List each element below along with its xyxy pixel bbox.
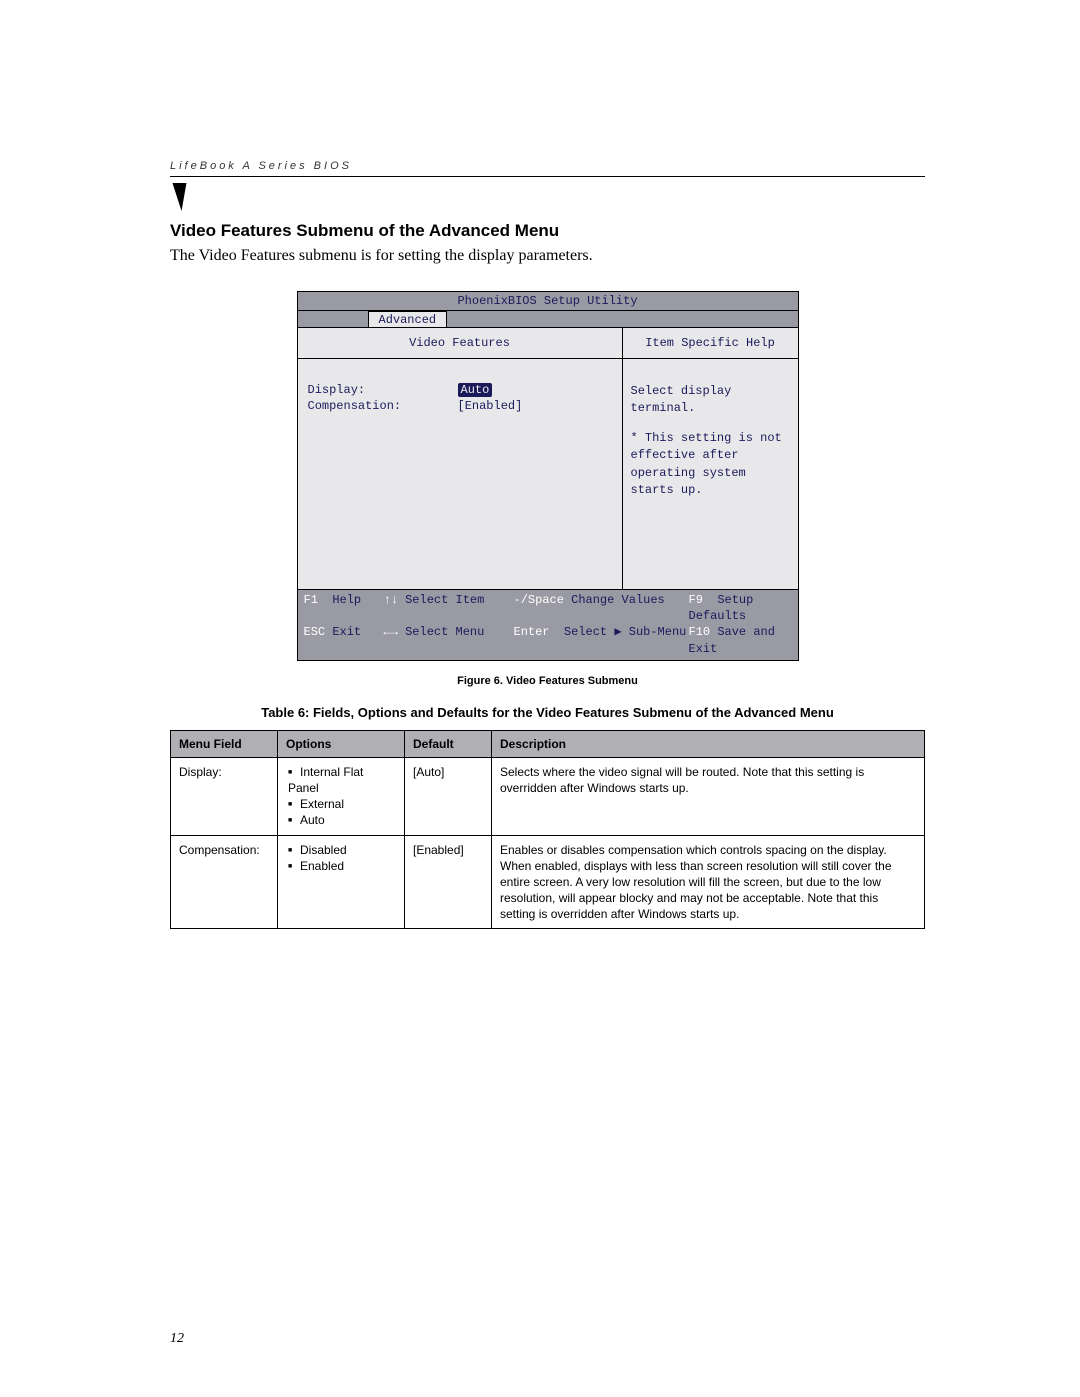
page: LifeBook A Series BIOS Video Features Su…: [0, 0, 1080, 1397]
bios-key-f1: F1: [304, 593, 318, 607]
bios-item-value[interactable]: Auto: [458, 383, 493, 397]
bios-key-leftright: ←→: [384, 625, 398, 639]
cell-description: Selects where the video signal will be r…: [492, 757, 925, 835]
bios-key-f9: F9: [689, 593, 703, 607]
bios-item-value[interactable]: [Enabled]: [458, 399, 523, 413]
bios-key-space: -/Space: [514, 593, 564, 607]
cell-default: [Auto]: [405, 757, 492, 835]
section-intro: The Video Features submenu is for settin…: [170, 247, 925, 265]
bios-key-enter: Enter: [514, 625, 550, 639]
th-default: Default: [405, 730, 492, 757]
bios-key-esc: ESC: [304, 625, 326, 639]
bios-item-label: Compensation:: [308, 399, 458, 413]
bios-key-esc-label: Exit: [332, 625, 361, 639]
bios-help-line: Select display terminal.: [631, 383, 790, 418]
cell-description: Enables or disables compensation which c…: [492, 835, 925, 929]
running-head: LifeBook A Series BIOS: [170, 160, 925, 172]
cell-menu-field: Display:: [171, 757, 278, 835]
figure-caption: Figure 6. Video Features Submenu: [170, 675, 925, 687]
th-menu-field: Menu Field: [171, 730, 278, 757]
table-caption: Table 6: Fields, Options and Defaults fo…: [170, 705, 925, 720]
th-description: Description: [492, 730, 925, 757]
bios-key-updown: ↑↓: [384, 593, 398, 607]
table-row: Display: Internal Flat Panel External Au…: [171, 757, 925, 835]
bios-tab-advanced[interactable]: Advanced: [368, 311, 448, 327]
bios-help-note: * This setting is not effective after op…: [631, 430, 790, 500]
table-row: Compensation: Disabled Enabled [Enabled]…: [171, 835, 925, 929]
list-item: External: [288, 796, 396, 812]
cell-options: Internal Flat Panel External Auto: [278, 757, 405, 835]
bios-key-f10: F10: [689, 625, 711, 639]
bios-key-enter-label: Select ▶ Sub-Menu: [564, 625, 686, 639]
bios-left-pane: Video Features Display: Auto Compensatio…: [298, 328, 623, 589]
bios-footer: F1 Help ↑↓ Select Item -/Space Change Va…: [298, 589, 798, 660]
fields-table: Menu Field Options Default Description D…: [170, 730, 925, 930]
list-item: Disabled: [288, 842, 396, 858]
bios-tab-bar: Advanced: [298, 311, 798, 328]
bios-left-heading: Video Features: [298, 328, 622, 359]
bios-key-leftright-label: Select Menu: [405, 625, 484, 639]
bios-window: PhoenixBIOS Setup Utility Advanced Video…: [297, 291, 799, 661]
bios-help-pane: Item Specific Help Select display termin…: [623, 328, 798, 589]
section-tab-marker: [168, 183, 187, 211]
bios-key-space-label: Change Values: [571, 593, 665, 607]
bios-item-display[interactable]: Display: Auto: [308, 383, 612, 397]
table-header-row: Menu Field Options Default Description: [171, 730, 925, 757]
bios-title: PhoenixBIOS Setup Utility: [298, 292, 798, 311]
list-item: Internal Flat Panel: [288, 764, 396, 796]
cell-default: [Enabled]: [405, 835, 492, 929]
bios-item-compensation[interactable]: Compensation: [Enabled]: [308, 399, 612, 413]
section-heading: Video Features Submenu of the Advanced M…: [170, 221, 925, 241]
bios-screenshot: PhoenixBIOS Setup Utility Advanced Video…: [170, 291, 925, 661]
cell-options: Disabled Enabled: [278, 835, 405, 929]
bios-key-updown-label: Select Item: [405, 593, 484, 607]
bios-key-f1-label: Help: [332, 593, 361, 607]
head-rule: [170, 176, 925, 177]
th-options: Options: [278, 730, 405, 757]
bios-item-label: Display:: [308, 383, 458, 397]
bios-help-heading: Item Specific Help: [623, 328, 798, 359]
list-item: Auto: [288, 812, 396, 828]
list-item: Enabled: [288, 858, 396, 874]
cell-menu-field: Compensation:: [171, 835, 278, 929]
page-number: 12: [170, 1331, 184, 1347]
